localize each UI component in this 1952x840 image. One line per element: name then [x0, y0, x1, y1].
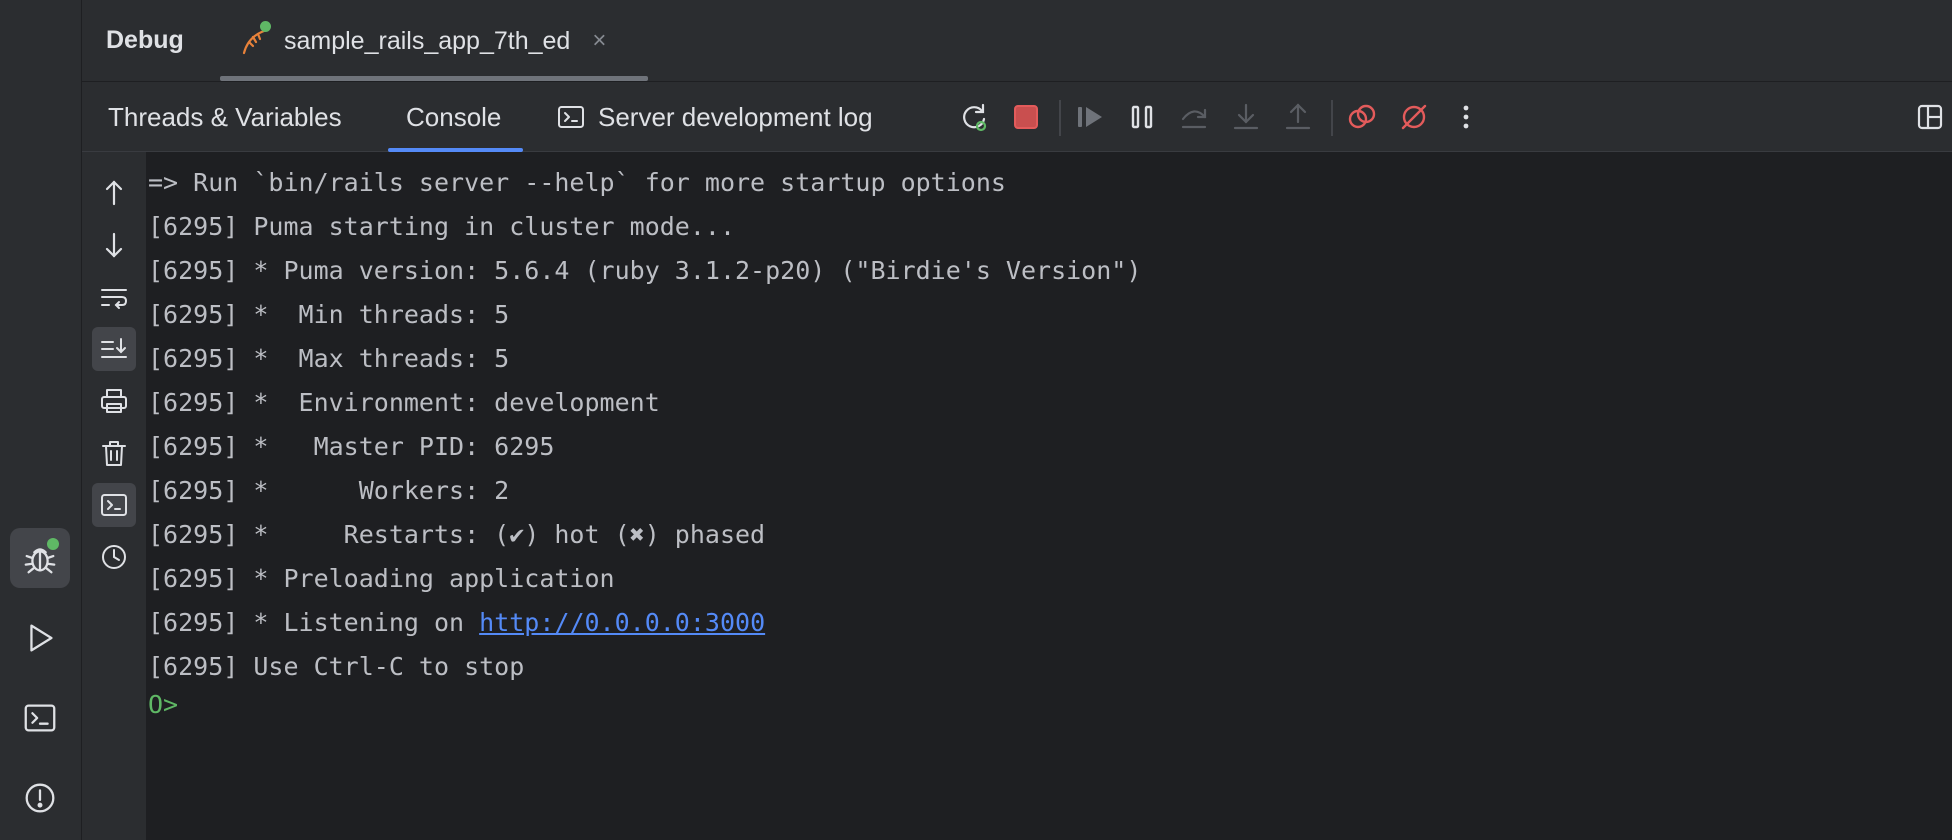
more-icon: [1463, 105, 1469, 129]
layout-icon: [1917, 104, 1943, 130]
tab-server-log[interactable]: Server development log: [556, 82, 873, 152]
listening-prefix: [6295] * Listening on: [148, 608, 480, 637]
scroll-to-end-icon: [101, 338, 127, 358]
arrow-up-icon: [105, 180, 123, 206]
console-line: => Run `bin/rails server --help` for mor…: [148, 168, 1006, 197]
tab-threads-variables[interactable]: Threads & Variables: [108, 82, 342, 152]
printer-icon: [101, 389, 127, 413]
console-side-toolbar: [82, 152, 146, 840]
console-line: [6295] * Max threads: 5: [148, 344, 510, 373]
session-tab[interactable]: sample_rails_app_7th_ed ×: [220, 0, 648, 82]
console-line: [6295] * Environment: development: [148, 388, 660, 417]
trash-icon: [102, 441, 126, 466]
step-out-icon: [1285, 103, 1311, 130]
session-tab-label: sample_rails_app_7th_ed: [284, 26, 571, 55]
debug-tabbar: Debug sample_rails_app_7th_ed ×: [82, 0, 1952, 82]
terminal-icon: [24, 704, 56, 732]
left-tool-strip: [0, 0, 82, 840]
more-options-button[interactable]: [1448, 99, 1484, 135]
console-line: [6295] * Min threads: 5: [148, 300, 510, 329]
console-tab-icon: [558, 106, 584, 128]
console-line: [6295] * Restarts: (✔) hot (✖) phased: [148, 520, 766, 549]
tab-console[interactable]: Console: [387, 82, 524, 152]
server-url-link[interactable]: http://0.0.0.0:3000: [479, 608, 765, 637]
clear-all-button[interactable]: [92, 431, 136, 475]
terminal-tool-button[interactable]: [10, 688, 70, 748]
console-output[interactable]: => Run `bin/rails server --help` for mor…: [146, 152, 1952, 840]
rerun-debug-icon: [963, 103, 987, 132]
history-button[interactable]: [92, 535, 136, 579]
resume-button[interactable]: [1072, 99, 1108, 135]
terminal-icon: [101, 494, 127, 516]
console-line: [6295] * Preloading application: [148, 564, 615, 593]
soft-wrap-icon: [101, 289, 128, 309]
rails-icon: [240, 21, 272, 57]
step-out-button[interactable]: [1280, 99, 1316, 135]
step-into-button[interactable]: [1228, 99, 1264, 135]
problems-tool-button[interactable]: [10, 768, 70, 828]
debug-tool-button[interactable]: [10, 528, 70, 588]
console-line-listening: [6295] * Listening on http://0.0.0.0:300…: [148, 608, 765, 637]
soft-wrap-button[interactable]: [92, 275, 136, 319]
session-tab-underline: [220, 76, 648, 81]
session-status-dot: [260, 21, 271, 32]
view-breakpoints-button[interactable]: [1344, 99, 1380, 135]
scroll-up-button[interactable]: [92, 171, 136, 215]
clock-icon: [102, 545, 126, 569]
resume-icon: [1078, 107, 1102, 127]
run-tool-button[interactable]: [10, 608, 70, 668]
console-line: [6295] * Workers: 2: [148, 476, 510, 505]
close-tab-icon[interactable]: ×: [592, 27, 606, 55]
scroll-to-end-button[interactable]: [92, 327, 136, 371]
toolbar-separator: [1331, 100, 1333, 136]
stop-icon: [1014, 105, 1038, 129]
mute-breakpoints-icon: [1401, 104, 1427, 130]
scroll-down-button[interactable]: [92, 223, 136, 267]
run-icon: [30, 624, 53, 652]
stop-button[interactable]: [1008, 99, 1044, 135]
console-line: [6295] * Master PID: 6295: [148, 432, 555, 461]
debug-title: Debug: [106, 26, 184, 54]
console-line: [6295] Puma starting in cluster mode...: [148, 212, 735, 241]
console-line: [6295] * Puma version: 5.6.4 (ruby 3.1.2…: [148, 256, 1142, 285]
console-view-button[interactable]: [92, 483, 136, 527]
debug-toolbar: Threads & Variables Console Server devel…: [82, 82, 1952, 152]
step-over-icon: [1181, 108, 1207, 129]
step-over-button[interactable]: [1176, 99, 1212, 135]
tab-server-log-label: Server development log: [598, 101, 873, 132]
view-breakpoints-icon: [1348, 104, 1376, 129]
pause-icon: [1131, 105, 1153, 129]
console-prompt[interactable]: O>: [148, 690, 178, 719]
warning-circle-icon: [25, 783, 55, 813]
console-line: [6295] Use Ctrl-C to stop: [148, 652, 525, 681]
arrow-down-icon: [105, 232, 123, 258]
mute-breakpoints-button[interactable]: [1396, 99, 1432, 135]
running-status-dot: [47, 538, 59, 550]
pause-button[interactable]: [1124, 99, 1160, 135]
step-into-icon: [1233, 103, 1259, 130]
rerun-debug-button[interactable]: [956, 99, 992, 135]
toolbar-separator: [1059, 100, 1061, 136]
print-button[interactable]: [92, 379, 136, 423]
layout-button[interactable]: [1912, 99, 1948, 135]
